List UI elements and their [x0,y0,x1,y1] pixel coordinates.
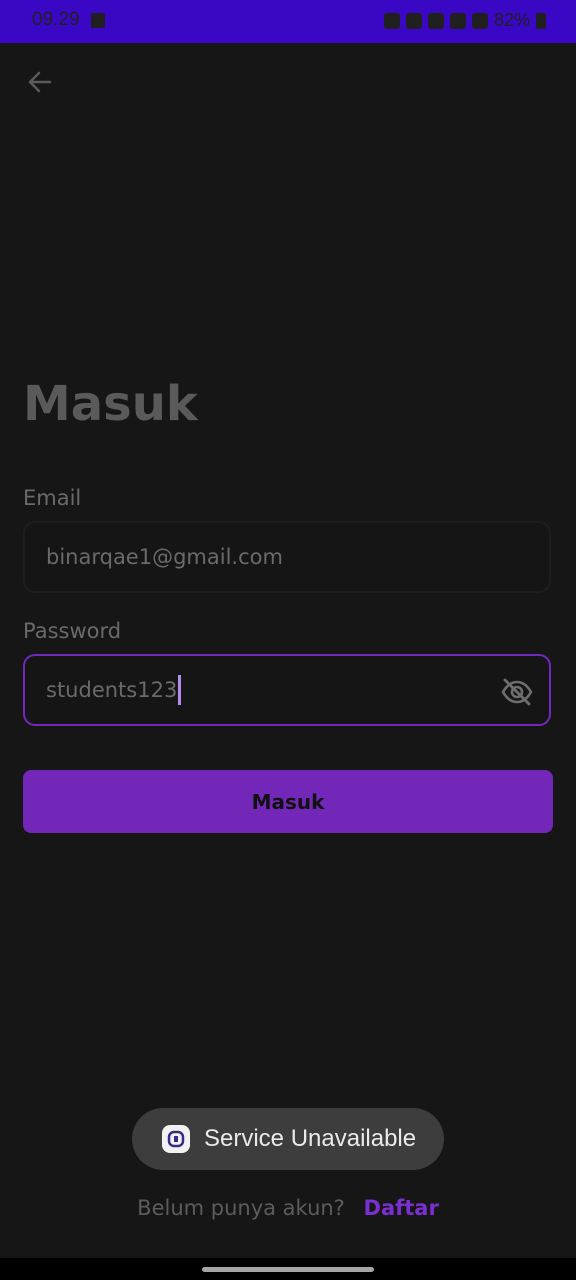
back-button[interactable] [20,62,60,102]
battery-icon [536,12,546,29]
mute-icon [405,12,422,29]
password-label: Password [23,619,122,643]
login-button[interactable]: Masuk [23,770,553,833]
signup-prompt-text: Belum punya akun? [137,1196,345,1220]
toast-notification: Service Unavailable [132,1108,444,1170]
status-time: 09.29 [32,9,80,30]
signup-link[interactable]: Daftar [364,1196,439,1220]
password-field[interactable]: students123 [23,654,551,726]
email-label: Email [23,486,82,510]
arrow-left-icon [28,71,52,93]
email-value: binarqae1@gmail.com [46,545,283,569]
page-title: Masuk [23,376,198,432]
notification-icon [91,13,105,28]
wifi-icon [427,12,444,29]
eye-off-icon [501,678,533,706]
password-value: students123 [46,678,178,702]
app-icon [162,1125,190,1153]
volte-icon [449,12,466,29]
toast-message: Service Unavailable [204,1125,417,1152]
text-cursor [178,675,182,705]
signal-icon [471,12,488,29]
alarm-icon [383,12,400,29]
status-bar: 09.29 82% [0,0,576,43]
status-icons: 82% [383,10,546,31]
email-field[interactable]: binarqae1@gmail.com [23,521,551,593]
home-gesture-handle[interactable] [202,1267,374,1272]
password-visibility-toggle[interactable] [499,674,535,710]
battery-percent: 82% [493,10,530,30]
signup-prompt: Belum punya akun? Daftar [0,1196,576,1220]
